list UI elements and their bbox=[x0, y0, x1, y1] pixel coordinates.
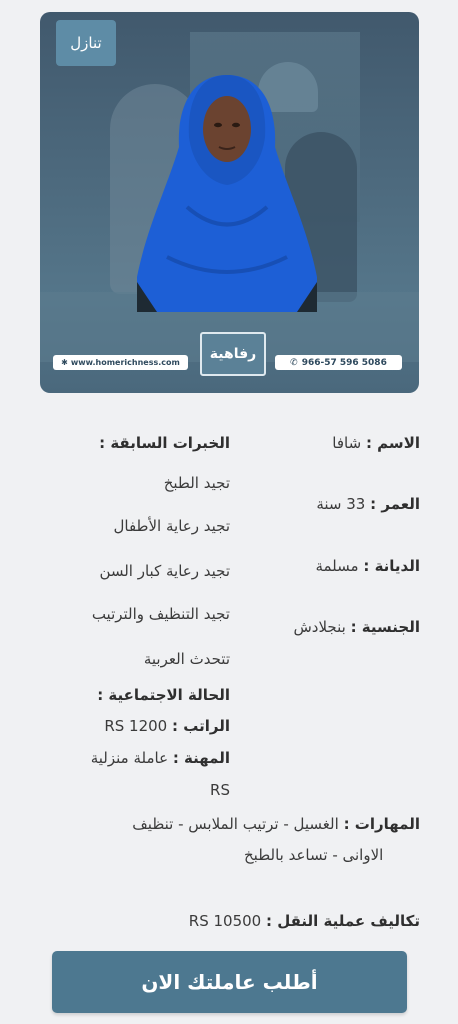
age-value: 33 سنة bbox=[316, 495, 366, 513]
job-currency: RS bbox=[210, 781, 230, 799]
website-url: www.homerichness.com bbox=[70, 358, 180, 367]
skills-label: المهارات : bbox=[343, 815, 420, 833]
salary-value: RS 1200 bbox=[104, 717, 168, 735]
discount-badge: تنازل bbox=[56, 20, 116, 66]
transfer-cost-value: RS 10500 bbox=[188, 912, 262, 930]
marital-label: الحالة الاجتماعية : bbox=[97, 686, 230, 704]
marital-row: الحالة الاجتماعية : bbox=[97, 686, 230, 704]
experience-heading-text: الخبرات السابقة : bbox=[99, 434, 230, 452]
experience-item: تجيد التنظيف والترتيب bbox=[91, 605, 230, 623]
brand-logo: رفاهية bbox=[200, 332, 266, 376]
nationality-value: بنجلادش bbox=[293, 618, 346, 636]
experience-heading: الخبرات السابقة : bbox=[99, 434, 230, 452]
transfer-cost-row: تكاليف عملية النقل : RS 10500 bbox=[189, 912, 420, 930]
phone-icon: ✆ bbox=[290, 357, 298, 368]
transfer-cost-label: تكاليف عملية النقل : bbox=[266, 912, 420, 930]
name-row: الاسم : شافا bbox=[332, 434, 420, 452]
salary-label: الراتب : bbox=[172, 717, 230, 735]
worker-photo-card: تنازل ✱ www.homerichness.com رفاهية ✆ 96… bbox=[40, 12, 419, 393]
experience-item: تجيد رعاية الأطفال bbox=[113, 517, 231, 535]
website-pill: ✱ www.homerichness.com bbox=[53, 355, 188, 370]
nationality-row: الجنسية : بنجلادش bbox=[293, 618, 420, 636]
name-value: شافا bbox=[332, 434, 362, 452]
job-label: المهنة : bbox=[172, 749, 230, 767]
experience-item: تجيد رعاية كبار السن bbox=[99, 562, 230, 580]
religion-row: الديانة : مسلمة bbox=[315, 557, 420, 575]
religion-value: مسلمة bbox=[315, 557, 359, 575]
salary-row: الراتب : RS 1200 bbox=[104, 717, 230, 735]
globe-icon: ✱ bbox=[61, 358, 68, 367]
phone-pill: ✆ 966-57 596 5086 bbox=[275, 355, 402, 370]
experience-item: تجيد الطبخ bbox=[163, 474, 230, 492]
phone-number: 966-57 596 5086 bbox=[301, 357, 387, 368]
order-worker-button[interactable]: أطلب عاملتك الان bbox=[52, 951, 407, 1013]
nationality-label: الجنسية : bbox=[350, 618, 420, 636]
age-row: العمر : 33 سنة bbox=[316, 495, 420, 513]
worker-portrait bbox=[137, 75, 317, 312]
name-label: الاسم : bbox=[365, 434, 420, 452]
skills-line-2: الاوانى - تساعد بالطبخ bbox=[244, 846, 384, 864]
brand-logo-text: رفاهية bbox=[209, 346, 257, 362]
skills-row: المهارات : الغسيل - ترتيب الملابس - تنظي… bbox=[132, 815, 420, 833]
job-row: المهنة : عاملة منزلية bbox=[91, 749, 230, 767]
age-label: العمر : bbox=[370, 495, 420, 513]
religion-label: الديانة : bbox=[363, 557, 420, 575]
experience-item: تتحدث العربية bbox=[143, 650, 230, 668]
skills-line-1: الغسيل - ترتيب الملابس - تنظيف bbox=[132, 815, 339, 833]
job-value: عاملة منزلية bbox=[90, 749, 169, 767]
